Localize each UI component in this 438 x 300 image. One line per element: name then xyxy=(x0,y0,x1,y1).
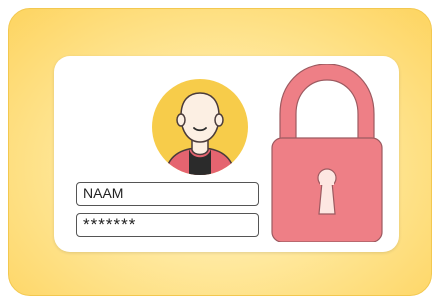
password-field[interactable]: ******* xyxy=(76,213,259,237)
name-field[interactable]: NAAM xyxy=(76,182,259,206)
avatar-icon xyxy=(152,79,248,175)
padlock-icon xyxy=(271,64,383,242)
